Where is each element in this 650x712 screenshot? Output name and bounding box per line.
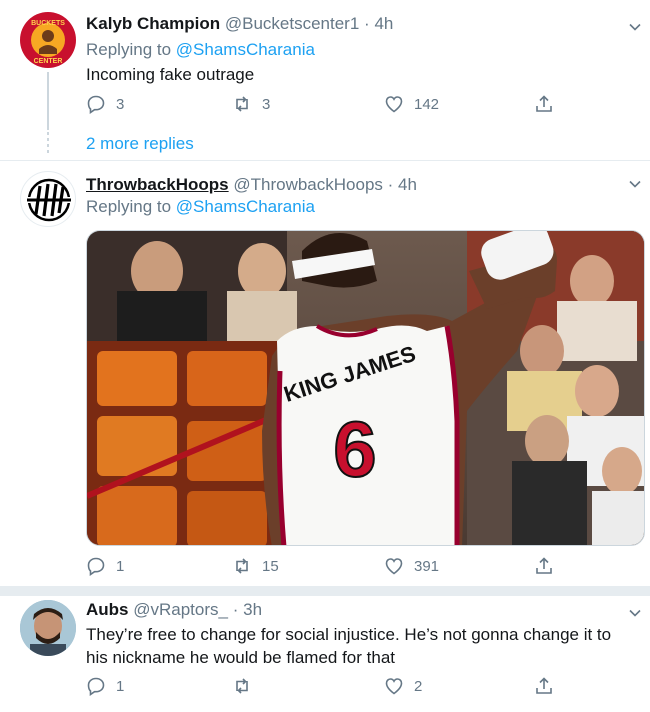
share-button[interactable] xyxy=(534,556,554,576)
display-name[interactable]: Aubs xyxy=(86,600,129,619)
action-bar: 3 3 142 xyxy=(86,94,566,118)
handle[interactable]: @Bucketscenter1 xyxy=(225,14,359,33)
reply-icon xyxy=(87,677,105,696)
share-icon xyxy=(536,677,552,694)
tweet-text-line: They’re free to change for social injust… xyxy=(86,625,612,644)
replying-to: Replying to @ShamsCharania xyxy=(86,40,315,60)
mention-link[interactable]: @ShamsCharania xyxy=(176,40,315,59)
share-button[interactable] xyxy=(534,94,554,114)
reply-count: 1 xyxy=(116,557,125,575)
tweet-throwbackhoops[interactable]: ThrowbackHoops @ThrowbackHoops · 4h Repl… xyxy=(0,161,650,586)
share-icon xyxy=(536,557,552,574)
tweet-aubs[interactable]: Aubs @vRaptors_ · 3h They’re free to cha… xyxy=(0,596,650,712)
heart-icon xyxy=(385,558,403,575)
retweet-icon xyxy=(236,96,248,112)
tweet-text: Incoming fake outrage xyxy=(86,65,255,84)
tweet-text-line: his nickname he would be flamed for that xyxy=(86,648,396,667)
handle[interactable]: @ThrowbackHoops xyxy=(233,175,383,194)
jersey-number: 6 xyxy=(333,405,376,493)
retweet-count: 15 xyxy=(262,557,279,575)
retweet-icon xyxy=(236,558,248,574)
reply-icon xyxy=(87,95,105,114)
share-button[interactable] xyxy=(534,676,554,696)
thread-dots xyxy=(47,132,49,156)
retweet-button[interactable]: 3 xyxy=(232,94,270,114)
tweet-header: ThrowbackHoops @ThrowbackHoops · 4h xyxy=(86,175,417,195)
svg-text:BUCKETS: BUCKETS xyxy=(31,20,65,27)
buckets-center-logo: BUCKETS CENTER xyxy=(21,13,75,67)
mention-link[interactable]: @ShamsCharania xyxy=(176,197,315,216)
retweet-button[interactable] xyxy=(232,676,262,696)
tweet-header: Aubs @vRaptors_ · 3h xyxy=(86,600,262,620)
like-button[interactable]: 391 xyxy=(384,556,439,576)
thread-line xyxy=(47,72,49,130)
tweet-photo[interactable]: KING JAMES 6 xyxy=(86,230,645,546)
chevron-down-icon[interactable] xyxy=(628,606,642,620)
timestamp[interactable]: 3h xyxy=(243,600,262,619)
timestamp[interactable]: 4h xyxy=(374,14,393,33)
replying-to: Replying to @ShamsCharania xyxy=(86,197,315,217)
separator: · xyxy=(364,14,370,33)
retweet-count: 3 xyxy=(262,95,271,113)
like-button[interactable]: 142 xyxy=(384,94,439,114)
like-count: 2 xyxy=(414,677,423,695)
action-bar: 1 2 xyxy=(86,676,566,700)
avatar[interactable]: BUCKETS CENTER xyxy=(20,12,76,68)
like-count: 391 xyxy=(414,557,440,575)
reply-button[interactable]: 3 xyxy=(86,94,124,114)
heart-icon xyxy=(385,96,403,113)
tweet-header: Kalyb Champion @Bucketscenter1 · 4h xyxy=(86,14,393,34)
tweet-kalyb[interactable]: BUCKETS CENTER Kalyb Champion @Bucketsce… xyxy=(0,0,650,160)
reply-count: 1 xyxy=(116,677,125,695)
throwbackhoops-logo xyxy=(25,178,73,222)
reply-button[interactable]: 1 xyxy=(86,676,124,696)
chevron-down-icon[interactable] xyxy=(628,20,642,34)
svg-text:CENTER: CENTER xyxy=(34,58,63,65)
separator: · xyxy=(232,600,239,619)
lebron-photo: KING JAMES 6 xyxy=(87,231,644,545)
tweet-text: They’re free to change for social injust… xyxy=(86,623,646,669)
heart-icon xyxy=(385,678,403,695)
more-replies-link[interactable]: 2 more replies xyxy=(86,134,194,154)
reply-button[interactable]: 1 xyxy=(86,556,124,576)
retweet-button[interactable]: 15 xyxy=(232,556,279,576)
reply-icon xyxy=(87,557,105,576)
display-name[interactable]: ThrowbackHoops xyxy=(86,175,229,194)
retweet-icon xyxy=(236,678,248,694)
reply-count: 3 xyxy=(116,95,125,113)
display-name[interactable]: Kalyb Champion xyxy=(86,14,220,33)
timestamp[interactable]: 4h xyxy=(398,175,417,194)
like-count: 142 xyxy=(414,95,440,113)
replying-to-label: Replying to xyxy=(86,40,176,59)
handle[interactable]: @vRaptors_ xyxy=(133,600,228,619)
replying-to-label: Replying to xyxy=(86,197,176,216)
avatar[interactable] xyxy=(20,171,76,227)
share-icon xyxy=(536,95,552,112)
divider xyxy=(0,586,650,596)
like-button[interactable]: 2 xyxy=(384,676,422,696)
separator: · xyxy=(387,175,394,194)
aubs-photo xyxy=(20,600,76,656)
action-bar: 1 15 391 xyxy=(86,556,566,580)
chevron-down-icon[interactable] xyxy=(628,177,642,191)
avatar[interactable] xyxy=(20,600,76,656)
